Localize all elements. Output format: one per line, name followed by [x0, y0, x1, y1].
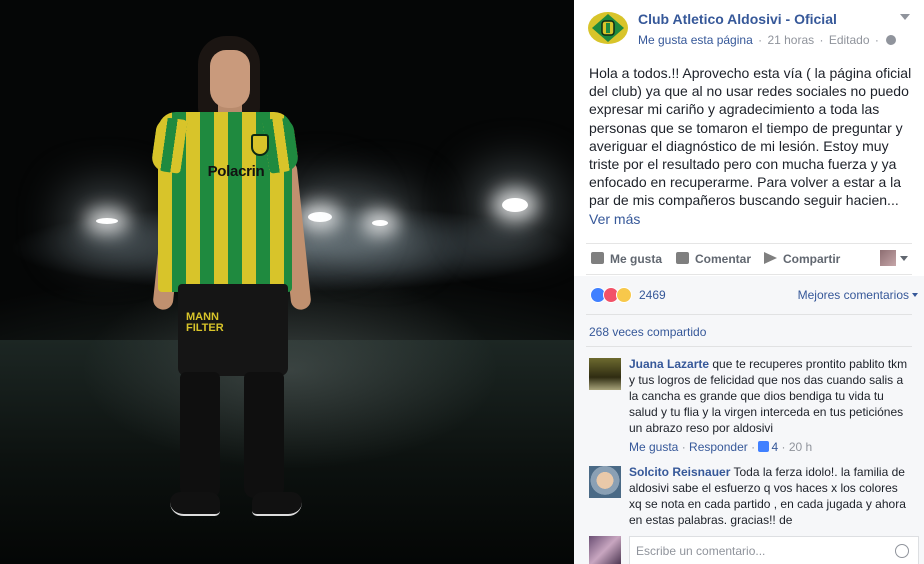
edited-label[interactable]: Editado: [829, 33, 870, 47]
comment-input[interactable]: [629, 536, 919, 564]
post-header: Club Atletico Aldosivi - Oficial Me gust…: [574, 0, 924, 60]
post-timestamp[interactable]: 21 horas: [767, 33, 814, 47]
emoji-icon[interactable]: [895, 544, 909, 558]
comment-likes-number: 4: [771, 440, 779, 454]
share-button[interactable]: Compartir: [764, 252, 840, 266]
comment-composer: [589, 536, 919, 564]
separator-dot: ·: [781, 440, 786, 454]
comment-sort-dropdown[interactable]: Mejores comentarios: [798, 288, 918, 302]
post-meta: Me gusta esta página · 21 horas · Editad…: [638, 33, 897, 47]
chevron-down-icon[interactable]: [900, 14, 910, 20]
comment-body: Solcito Reisnauer Toda la ferza idolo!. …: [629, 464, 909, 528]
post-actions: Me gusta Comentar Compartir: [586, 243, 912, 275]
commenter-name[interactable]: Juana Lazarte: [629, 357, 709, 371]
stadium-light: [308, 212, 332, 222]
separator-dot: ·: [758, 33, 763, 47]
globe-icon[interactable]: [886, 35, 897, 45]
page-name-link[interactable]: Club Atletico Aldosivi - Oficial: [638, 11, 837, 27]
stadium-light: [502, 198, 528, 212]
share-label: Compartir: [783, 252, 841, 266]
jersey-sponsor: Polacrin: [207, 163, 265, 180]
commenter-avatar[interactable]: [589, 466, 621, 498]
separator-dot: ·: [819, 33, 824, 47]
player-boot: [252, 492, 302, 516]
club-crest: [251, 134, 269, 156]
chevron-down-icon: [900, 256, 908, 261]
like-page-link[interactable]: Me gusta esta página: [638, 33, 753, 47]
shorts-sponsor-line: FILTER: [186, 322, 224, 334]
like-button[interactable]: Me gusta: [591, 252, 662, 266]
sort-label: Mejores comentarios: [797, 288, 909, 302]
sad-reaction-icon: [616, 287, 632, 303]
avatar: [589, 536, 621, 564]
player-leg: [244, 372, 284, 498]
feedback-section: 2469 Mejores comentarios 268 veces compa…: [574, 276, 924, 564]
comment-icon: [676, 252, 689, 264]
club-logo-icon[interactable]: [587, 10, 629, 46]
post-body: Hola a todos.!! Aprovecho esta vía ( la …: [589, 65, 912, 209]
post-text: Hola a todos.!! Aprovecho esta vía ( la …: [589, 64, 914, 228]
stadium-light: [372, 220, 388, 226]
comment-actions: Me gusta · Responder · 4 · 20 h: [629, 439, 909, 455]
player-leg: [180, 372, 220, 498]
caret-down-icon: [912, 293, 918, 297]
comment-reply-link[interactable]: Responder: [689, 440, 748, 454]
post-panel: Club Atletico Aldosivi - Oficial Me gust…: [574, 0, 924, 564]
commenter-name[interactable]: Solcito Reisnauer: [629, 465, 730, 479]
commenter-avatar[interactable]: [589, 358, 621, 390]
reactions-count[interactable]: 2469: [639, 288, 666, 302]
share-arrow-icon: [764, 252, 777, 264]
player-face: [210, 50, 250, 108]
comment-like-link[interactable]: Me gusta: [629, 440, 678, 454]
see-more-link[interactable]: Ver más: [589, 211, 640, 227]
thumbs-up-icon: [758, 441, 770, 452]
identity-selector[interactable]: [880, 250, 910, 268]
divider: [586, 346, 912, 347]
comment-button[interactable]: Comentar: [676, 252, 751, 266]
shares-count-link[interactable]: 268 veces compartido: [589, 325, 706, 339]
player-boot: [170, 492, 220, 516]
stadium-light: [96, 218, 118, 224]
separator-dot: ·: [751, 440, 756, 454]
comment-body: Juana Lazarte que te recuperes prontito …: [629, 356, 909, 455]
avatar: [880, 250, 896, 266]
post-photo[interactable]: Polacrin MANN FILTER: [0, 0, 574, 564]
like-label: Me gusta: [610, 252, 663, 266]
comment-likes-count[interactable]: 4: [758, 440, 778, 454]
thumbs-up-icon: [591, 252, 604, 264]
separator-dot: ·: [681, 440, 686, 454]
separator-dot: ·: [874, 33, 879, 47]
comment-timestamp[interactable]: 20 h: [789, 440, 812, 454]
comment-label: Comentar: [695, 252, 752, 266]
shorts-sponsor: MANN FILTER: [186, 312, 230, 334]
divider: [586, 314, 912, 315]
